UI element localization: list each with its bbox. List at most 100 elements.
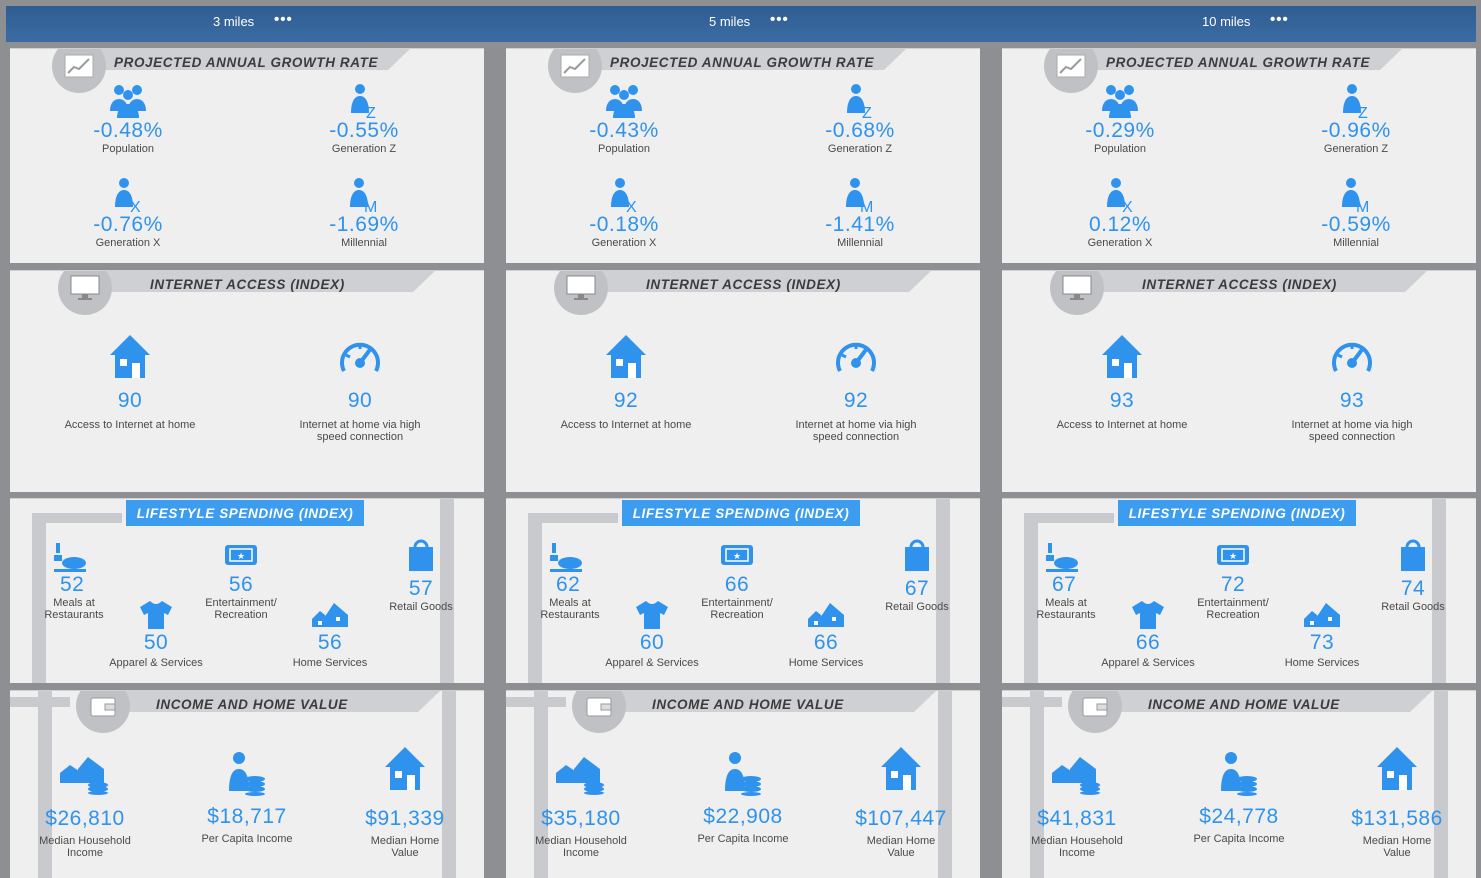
dining-icon xyxy=(54,543,86,572)
svg-text:★: ★ xyxy=(1229,551,1237,561)
internet-panel: INTERNET ACCESS (INDEX) 92 Access to Int… xyxy=(506,270,980,492)
house-icon xyxy=(1377,747,1417,790)
stat-median-home-value: $131,586 Median Home Value xyxy=(1342,745,1452,859)
stat-apparel: 60 Apparel & Services xyxy=(592,599,712,669)
stat-median-home-value: $107,447 Median Home Value xyxy=(846,745,956,859)
svg-text:X: X xyxy=(1122,199,1133,213)
houses-coins-icon xyxy=(1052,757,1100,795)
speedometer-icon xyxy=(340,342,380,372)
shopping-bag-icon xyxy=(905,539,929,571)
person-z-icon: Z xyxy=(1343,84,1368,119)
stat-median-home-value: $91,339 Median Home Value xyxy=(350,745,460,859)
ticket-icon: ★ xyxy=(1217,545,1249,565)
tshirt-icon xyxy=(1132,601,1164,629)
stat-millennial: M -1.69% Millennial xyxy=(304,177,424,249)
stat-generation-z: Z -0.96% Generation Z xyxy=(1296,83,1416,155)
section-title: INCOME AND HOME VALUE xyxy=(156,697,348,712)
radius-label-2: 10 miles xyxy=(1202,14,1251,29)
monitor-icon xyxy=(554,271,608,315)
stat-retail: 74 Retail Goods xyxy=(1372,537,1454,613)
monitor-icon xyxy=(58,271,112,315)
stat-generation-x: X -0.76% Generation X xyxy=(68,177,188,249)
more-options-button-1[interactable]: ••• xyxy=(770,11,789,28)
stat-generation-x: X -0.18% Generation X xyxy=(564,177,684,249)
income-panel: INCOME AND HOME VALUE $26,810 Median Hou… xyxy=(10,690,484,878)
ticket-icon: ★ xyxy=(721,545,753,565)
stat-median-household-income: $26,810 Median Household Income xyxy=(30,753,140,859)
wallet-icon xyxy=(572,691,626,733)
stat-per-capita-income: $24,778 Per Capita Income xyxy=(1184,751,1294,845)
svg-text:X: X xyxy=(130,199,141,213)
section-title: PROJECTED ANNUAL GROWTH RATE xyxy=(114,55,379,70)
stat-internet-access: 90 Access to Internet at home xyxy=(50,333,210,431)
wallet-icon xyxy=(76,691,130,733)
person-coins-icon xyxy=(725,752,761,796)
lifestyle-panel: LIFESTYLE SPENDING (INDEX) 62 Meals at R… xyxy=(506,498,980,683)
shopping-bag-icon xyxy=(409,539,433,571)
dining-icon xyxy=(550,543,582,572)
person-m-icon: M xyxy=(846,178,873,213)
stat-retail: 57 Retail Goods xyxy=(380,537,462,613)
section-title: LIFESTYLE SPENDING (INDEX) xyxy=(622,500,860,526)
svg-text:Z: Z xyxy=(366,105,376,119)
section-title: INTERNET ACCESS (INDEX) xyxy=(150,277,345,292)
houses-coins-icon xyxy=(556,757,604,795)
speedometer-icon xyxy=(1332,342,1372,372)
svg-text:M: M xyxy=(860,199,873,213)
stat-generation-z: Z -0.68% Generation Z xyxy=(800,83,920,155)
section-title: LIFESTYLE SPENDING (INDEX) xyxy=(1118,500,1356,526)
person-coins-icon xyxy=(1221,752,1257,796)
svg-text:Z: Z xyxy=(1358,105,1368,119)
person-z-icon: Z xyxy=(351,84,376,119)
tshirt-icon xyxy=(636,601,668,629)
dining-icon xyxy=(1046,543,1078,572)
internet-panel: INTERNET ACCESS (INDEX) 93 Access to Int… xyxy=(1002,270,1476,492)
svg-text:M: M xyxy=(1356,199,1369,213)
lifestyle-panel: LIFESTYLE SPENDING (INDEX) 52 Meals at R… xyxy=(10,498,484,683)
section-title: PROJECTED ANNUAL GROWTH RATE xyxy=(610,55,875,70)
stat-generation-z: Z -0.55% Generation Z xyxy=(304,83,424,155)
svg-text:★: ★ xyxy=(237,551,245,561)
person-z-icon: Z xyxy=(847,84,872,119)
person-x-icon: X xyxy=(611,178,637,213)
stat-apparel: 50 Apparel & Services xyxy=(96,599,216,669)
growth-panel: PROJECTED ANNUAL GROWTH RATE -0.43% Popu… xyxy=(506,48,980,263)
stat-median-household-income: $35,180 Median Household Income xyxy=(526,753,636,859)
lifestyle-panel: LIFESTYLE SPENDING (INDEX) 67 Meals at R… xyxy=(1002,498,1476,683)
section-title: INCOME AND HOME VALUE xyxy=(652,697,844,712)
person-m-icon: M xyxy=(350,178,377,213)
house-icon xyxy=(1102,335,1142,378)
stat-per-capita-income: $18,717 Per Capita Income xyxy=(192,751,302,845)
person-m-icon: M xyxy=(1342,178,1369,213)
more-options-button-2[interactable]: ••• xyxy=(1270,11,1289,28)
people-icon xyxy=(1102,85,1138,118)
stat-median-household-income: $41,831 Median Household Income xyxy=(1022,753,1132,859)
stat-millennial: M -1.41% Millennial xyxy=(800,177,920,249)
stat-apparel: 66 Apparel & Services xyxy=(1088,599,1208,669)
ticket-icon: ★ xyxy=(225,545,257,565)
section-title: LIFESTYLE SPENDING (INDEX) xyxy=(126,500,364,526)
stat-millennial: M -0.59% Millennial xyxy=(1296,177,1416,249)
people-icon xyxy=(606,85,642,118)
section-title: INTERNET ACCESS (INDEX) xyxy=(1142,277,1337,292)
radius-label-0: 3 miles xyxy=(213,14,255,29)
house-icon xyxy=(110,335,150,378)
person-coins-icon xyxy=(229,752,265,796)
more-options-button-0[interactable]: ••• xyxy=(274,11,293,28)
svg-text:M: M xyxy=(364,199,377,213)
svg-text:X: X xyxy=(626,199,637,213)
person-x-icon: X xyxy=(115,178,141,213)
internet-panel: INTERNET ACCESS (INDEX) 90 Access to Int… xyxy=(10,270,484,492)
monitor-icon xyxy=(1050,271,1104,315)
person-x-icon: X xyxy=(1107,178,1133,213)
stat-internet-access: 92 Access to Internet at home xyxy=(546,333,706,431)
top-bar: 3 miles ••• 5 miles ••• 10 miles ••• xyxy=(6,6,1476,42)
growth-panel: PROJECTED ANNUAL GROWTH RATE -0.48% Popu… xyxy=(10,48,484,263)
stat-high-speed: 92 Internet at home via high speed conne… xyxy=(776,333,936,443)
income-panel: INCOME AND HOME VALUE $35,180 Median Hou… xyxy=(506,690,980,878)
wallet-icon xyxy=(1068,691,1122,733)
tshirt-icon xyxy=(140,601,172,629)
house-icon xyxy=(881,747,921,790)
stat-home-services: 73 Home Services xyxy=(1264,601,1380,669)
house-icon xyxy=(385,747,425,790)
